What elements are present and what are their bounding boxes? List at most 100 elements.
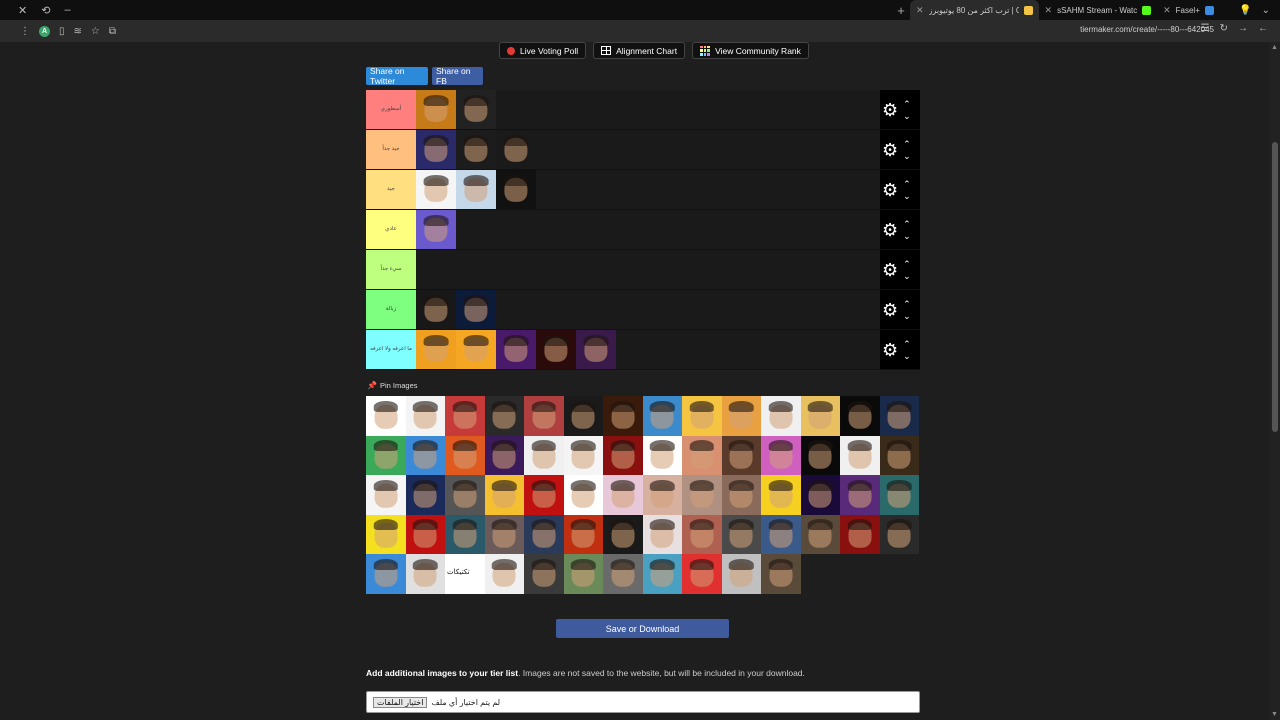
tier-item-image[interactable] bbox=[416, 210, 456, 249]
pool-item-image[interactable] bbox=[721, 514, 761, 554]
pool-item-image[interactable] bbox=[721, 435, 761, 475]
pool-item-image[interactable] bbox=[524, 514, 564, 554]
pool-item-image[interactable] bbox=[445, 514, 485, 554]
chevron-up-icon[interactable]: ⌃ bbox=[903, 338, 911, 350]
puzzle-icon[interactable]: ⧉ bbox=[109, 26, 116, 37]
pool-item-image[interactable] bbox=[563, 475, 603, 515]
pool-item-image[interactable] bbox=[800, 514, 840, 554]
tier-item-image[interactable] bbox=[456, 290, 496, 329]
scroll-up-icon[interactable]: ▲ bbox=[1271, 44, 1278, 51]
live-voting-poll-button[interactable]: Live Voting Poll bbox=[499, 42, 587, 59]
pool-item-image[interactable] bbox=[366, 554, 406, 594]
pool-item-image[interactable] bbox=[484, 475, 524, 515]
pool-item-image[interactable] bbox=[721, 554, 761, 594]
scrollbar-thumb[interactable] bbox=[1272, 142, 1278, 432]
gear-icon[interactable]: ⚙ bbox=[882, 221, 898, 239]
pool-item-image[interactable] bbox=[484, 435, 524, 475]
share-twitter-button[interactable]: Share on Twitter bbox=[366, 66, 428, 86]
tier-label[interactable]: سيء جداً bbox=[366, 250, 416, 289]
bookmark-star-icon[interactable]: ☆ bbox=[91, 26, 100, 37]
share-facebook-button[interactable]: Share on FB bbox=[432, 66, 483, 86]
tier-item-image[interactable] bbox=[416, 90, 456, 129]
chevron-down-icon[interactable]: ⌄ bbox=[903, 350, 911, 362]
close-tab-icon[interactable]: ✕ bbox=[916, 5, 924, 16]
tier-label[interactable]: جيد جداً bbox=[366, 130, 416, 169]
pool-item-image[interactable] bbox=[405, 514, 445, 554]
browser-tab[interactable]: ✕ Fasel+ bbox=[1157, 0, 1220, 20]
pool-item-image[interactable] bbox=[761, 554, 801, 594]
pool-item-image[interactable] bbox=[800, 475, 840, 515]
pool-item-image[interactable] bbox=[603, 514, 643, 554]
pool-item-image[interactable] bbox=[366, 435, 406, 475]
pool-item-image[interactable] bbox=[563, 514, 603, 554]
pool-item-image[interactable] bbox=[682, 554, 722, 594]
new-tab-icon[interactable]: + bbox=[892, 3, 910, 18]
tier-items[interactable] bbox=[416, 210, 880, 249]
chevron-down-icon[interactable]: ⌄ bbox=[903, 190, 911, 202]
pool-item-image[interactable] bbox=[642, 475, 682, 515]
pool-item-image[interactable] bbox=[879, 475, 919, 515]
pin-images-toggle[interactable]: 📌 Pin Images bbox=[367, 381, 418, 390]
pool-item-image[interactable] bbox=[761, 396, 801, 436]
pool-item-image[interactable] bbox=[761, 514, 801, 554]
tier-items[interactable] bbox=[416, 170, 880, 209]
tier-label[interactable]: أسطوري bbox=[366, 90, 416, 129]
pool-item-image[interactable] bbox=[524, 554, 564, 594]
address-bar[interactable]: tiermaker.com/create/-----80---642045 bbox=[1080, 25, 1214, 34]
pool-item-image[interactable] bbox=[879, 396, 919, 436]
gear-icon[interactable]: ⚙ bbox=[882, 301, 898, 319]
chevron-up-icon[interactable]: ⌃ bbox=[903, 178, 911, 190]
chevron-down-icon[interactable]: ⌄ bbox=[903, 110, 911, 122]
pool-item-image[interactable] bbox=[603, 475, 643, 515]
pool-item-image[interactable] bbox=[642, 554, 682, 594]
pool-item-image[interactable] bbox=[682, 435, 722, 475]
minimize-window-icon[interactable]: – bbox=[64, 4, 70, 16]
pool-item-image[interactable] bbox=[366, 514, 406, 554]
tier-item-image[interactable] bbox=[576, 330, 616, 369]
pool-item-image[interactable] bbox=[682, 396, 722, 436]
tier-item-image[interactable] bbox=[416, 330, 456, 369]
choose-files-button[interactable]: اختيار الملفات bbox=[373, 696, 428, 708]
pool-item-image[interactable] bbox=[682, 475, 722, 515]
restore-window-icon[interactable]: ⟲ bbox=[41, 4, 50, 17]
pool-item-image[interactable] bbox=[603, 554, 643, 594]
tier-items[interactable] bbox=[416, 90, 880, 129]
pool-item-image[interactable] bbox=[524, 435, 564, 475]
pool-item-image[interactable] bbox=[721, 475, 761, 515]
chevron-up-icon[interactable]: ⌃ bbox=[903, 138, 911, 150]
forward-icon[interactable]: → bbox=[1238, 23, 1248, 34]
gear-icon[interactable]: ⚙ bbox=[882, 341, 898, 359]
pool-item-image[interactable] bbox=[840, 435, 880, 475]
gear-icon[interactable]: ⚙ bbox=[882, 261, 898, 279]
pool-item-image[interactable] bbox=[484, 554, 524, 594]
scroll-down-icon[interactable]: ▼ bbox=[1271, 711, 1278, 718]
tier-item-image[interactable] bbox=[456, 170, 496, 209]
pool-item-image[interactable] bbox=[366, 396, 406, 436]
close-window-icon[interactable]: ✕ bbox=[18, 4, 27, 17]
tier-item-image[interactable] bbox=[456, 130, 496, 169]
lightbulb-icon[interactable]: 💡 bbox=[1239, 5, 1251, 16]
pool-item-image[interactable] bbox=[563, 435, 603, 475]
pool-item-image[interactable] bbox=[603, 396, 643, 436]
pool-item-image[interactable] bbox=[642, 435, 682, 475]
pool-item-image[interactable]: تكتيكات bbox=[445, 554, 485, 594]
pool-item-image[interactable] bbox=[445, 396, 485, 436]
pool-item-image[interactable] bbox=[840, 396, 880, 436]
page-scrollbar[interactable]: ▲ ▼ bbox=[1270, 42, 1280, 720]
browser-tab[interactable]: ✕ sSAHM Stream - Watch Live bbox=[1039, 0, 1158, 20]
view-community-rank-button[interactable]: View Community Rank bbox=[692, 42, 809, 59]
site-settings-icon[interactable]: ☰ bbox=[1201, 23, 1210, 34]
back-icon[interactable]: ← bbox=[1258, 23, 1268, 34]
tier-label[interactable]: جيد bbox=[366, 170, 416, 209]
close-tab-icon[interactable]: ✕ bbox=[1163, 5, 1171, 16]
pool-item-image[interactable] bbox=[405, 396, 445, 436]
pool-item-image[interactable] bbox=[405, 475, 445, 515]
chevron-up-icon[interactable]: ⌃ bbox=[903, 298, 911, 310]
tier-item-image[interactable] bbox=[496, 170, 536, 209]
pool-item-image[interactable] bbox=[484, 396, 524, 436]
tier-items[interactable] bbox=[416, 130, 880, 169]
tier-items[interactable] bbox=[416, 330, 880, 369]
pool-item-image[interactable] bbox=[682, 514, 722, 554]
pool-item-image[interactable] bbox=[800, 396, 840, 436]
pool-item-image[interactable] bbox=[879, 514, 919, 554]
